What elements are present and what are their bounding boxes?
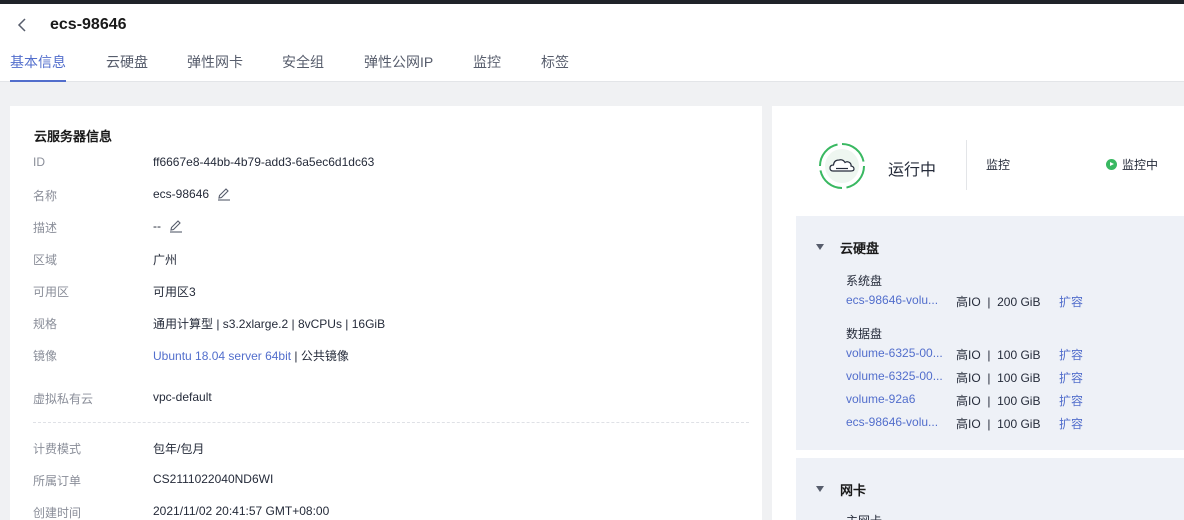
- az-value: 可用区3: [153, 285, 196, 299]
- region-value: 广州: [153, 253, 178, 267]
- collapse-caret-icon[interactable]: [816, 244, 824, 250]
- expand-link[interactable]: 扩容: [1059, 293, 1083, 310]
- disk-row: volume-92a6 高IO | 100 GiB 扩容: [846, 392, 1176, 410]
- tab-eip[interactable]: 弹性公网IP: [364, 52, 433, 82]
- disk-name-link[interactable]: ecs-98646-volu...: [846, 293, 938, 307]
- section-title: 云服务器信息: [34, 129, 113, 144]
- nic-panel-title[interactable]: 网卡: [840, 480, 866, 499]
- row-label: ID: [33, 155, 45, 169]
- disk-panel-title[interactable]: 云硬盘: [840, 238, 879, 257]
- info-row-vpc: 虚拟私有云 vpc-default: [10, 390, 762, 410]
- status-divider: [966, 140, 967, 190]
- monitor-label: 监控: [986, 158, 1011, 172]
- row-label: 所属订单: [33, 474, 82, 488]
- disk-row: volume-6325-00... 高IO | 100 GiB 扩容: [846, 346, 1176, 364]
- server-name-value: ecs-98646: [153, 187, 210, 201]
- image-link[interactable]: Ubuntu 18.04 server 64bit: [153, 349, 291, 363]
- image-type: | 公共镜像: [291, 349, 349, 363]
- disk-row: volume-6325-00... 高IO | 100 GiB 扩容: [846, 369, 1176, 387]
- edit-desc-icon[interactable]: [169, 219, 183, 233]
- row-label: 镜像: [33, 349, 58, 363]
- primary-nic-label: 主网卡: [846, 512, 882, 520]
- disk-name-link[interactable]: volume-6325-00...: [846, 346, 943, 360]
- expand-link[interactable]: 扩容: [1059, 346, 1083, 363]
- row-label: 区域: [33, 253, 58, 267]
- info-row-order: 所属订单 CS2111022040ND6WI: [10, 472, 762, 492]
- info-row-id: ID ff6667e8-44bb-4b79-add3-6a5ec6d1dc63: [10, 155, 762, 175]
- disk-spec: 高IO | 200 GiB: [956, 295, 1041, 309]
- disk-name-link[interactable]: volume-6325-00...: [846, 369, 943, 383]
- tab-monitor[interactable]: 监控: [473, 52, 501, 82]
- monitor-status[interactable]: 监控中: [1106, 156, 1158, 173]
- tab-evs-disks[interactable]: 云硬盘: [106, 52, 148, 82]
- info-row-desc: 描述 --: [10, 219, 762, 239]
- row-label: 虚拟私有云: [33, 392, 94, 406]
- data-disk-label: 数据盘: [846, 327, 883, 341]
- server-info-card: 云服务器信息 ID ff6667e8-44bb-4b79-add3-6a5ec6…: [10, 106, 762, 520]
- expand-link[interactable]: 扩容: [1059, 392, 1083, 409]
- info-row-az: 可用区 可用区3: [10, 283, 762, 303]
- desc-value: --: [153, 219, 161, 233]
- tab-security-group[interactable]: 安全组: [282, 52, 324, 82]
- disk-spec: 高IO | 100 GiB: [956, 348, 1041, 362]
- row-label: 规格: [33, 317, 58, 331]
- row-label: 描述: [33, 221, 58, 235]
- collapse-caret-icon[interactable]: [816, 486, 824, 492]
- disk-name-link[interactable]: volume-92a6: [846, 392, 915, 406]
- row-label: 计费模式: [33, 442, 82, 456]
- info-row-name: 名称 ecs-98646: [10, 187, 762, 207]
- vpc-link[interactable]: vpc-default: [153, 390, 212, 404]
- order-link[interactable]: CS2111022040ND6WI: [153, 472, 273, 486]
- system-disk-label: 系统盘: [846, 274, 883, 288]
- created-value: 2021/11/02 20:41:57 GMT+08:00: [153, 504, 330, 518]
- info-row-region: 区域 广州: [10, 251, 762, 271]
- info-row-created: 创建时间 2021/11/02 20:41:57 GMT+08:00: [10, 504, 762, 520]
- monitor-play-icon: [1106, 159, 1117, 170]
- expand-link[interactable]: 扩容: [1059, 369, 1083, 386]
- running-cloud-icon: [818, 142, 866, 190]
- edit-name-icon[interactable]: [217, 187, 231, 201]
- page-header: ecs-98646 基本信息 云硬盘 弹性网卡 安全组 弹性公网IP 监控 标签: [0, 4, 1184, 82]
- server-id-value: ff6667e8-44bb-4b79-add3-6a5ec6d1dc63: [153, 155, 375, 169]
- status-card: 运行中 监控 监控中 云硬盘 系统盘 ecs-98646-volu... 高IO…: [772, 106, 1184, 520]
- running-status-text: 运行中: [888, 162, 937, 179]
- monitor-status-text: 监控中: [1122, 158, 1159, 172]
- billing-value: 包年/包月: [153, 442, 205, 456]
- nic-panel: 网卡 主网卡: [796, 458, 1184, 520]
- disk-panel: 云硬盘 系统盘 ecs-98646-volu... 高IO | 200 GiB …: [796, 216, 1184, 450]
- row-label: 创建时间: [33, 506, 82, 520]
- info-row-image: 镜像 Ubuntu 18.04 server 64bit | 公共镜像: [10, 347, 762, 367]
- disk-spec: 高IO | 100 GiB: [956, 417, 1041, 431]
- section-divider: [33, 422, 749, 423]
- tab-nic[interactable]: 弹性网卡: [187, 52, 243, 82]
- back-arrow-icon[interactable]: [14, 16, 32, 34]
- info-row-billing: 计费模式 包年/包月: [10, 440, 762, 460]
- row-label: 可用区: [33, 285, 70, 299]
- disk-spec: 高IO | 100 GiB: [956, 371, 1041, 385]
- disk-row: ecs-98646-volu... 高IO | 200 GiB 扩容: [846, 293, 1176, 311]
- tab-tags[interactable]: 标签: [541, 52, 569, 82]
- page-title: ecs-98646: [50, 16, 127, 33]
- info-row-flavor: 规格 通用计算型 | s3.2xlarge.2 | 8vCPUs | 16GiB: [10, 315, 762, 335]
- disk-name-link[interactable]: ecs-98646-volu...: [846, 415, 938, 429]
- flavor-value: 通用计算型 | s3.2xlarge.2 | 8vCPUs | 16GiB: [153, 317, 386, 331]
- expand-link[interactable]: 扩容: [1059, 415, 1083, 432]
- disk-row: ecs-98646-volu... 高IO | 100 GiB 扩容: [846, 415, 1176, 433]
- tab-basic-info[interactable]: 基本信息: [10, 52, 66, 82]
- disk-spec: 高IO | 100 GiB: [956, 394, 1041, 408]
- row-label: 名称: [33, 189, 58, 203]
